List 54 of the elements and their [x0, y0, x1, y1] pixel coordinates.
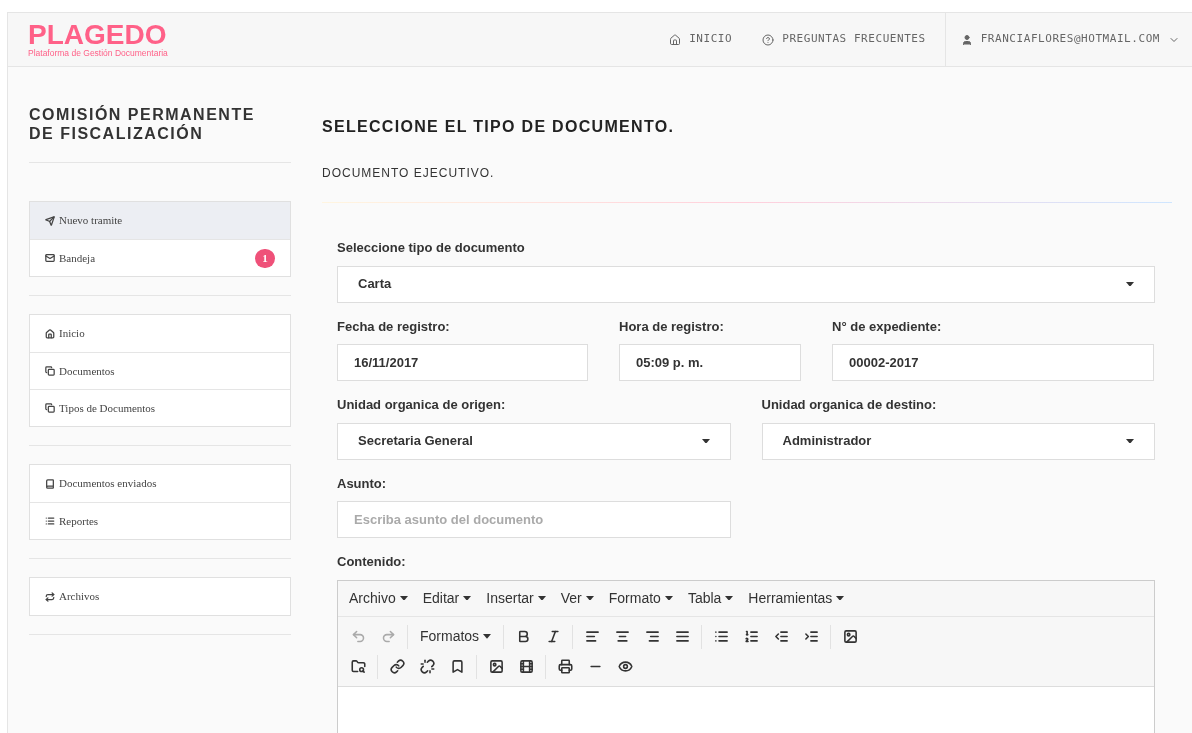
date-field[interactable]: 16/11/2017 — [337, 344, 588, 381]
destination-unit-select[interactable]: Administrador — [761, 422, 1155, 460]
field-label: Fecha de registro: — [337, 317, 450, 336]
field-label: Contenido: — [337, 553, 406, 571]
caret-icon — [585, 595, 594, 601]
field-label: N° de expediente: — [832, 317, 942, 336]
copy-icon — [45, 403, 55, 413]
caret-icon — [725, 595, 734, 601]
editor-menu-item[interactable]: Insertar — [480, 587, 552, 609]
home-icon — [669, 33, 682, 46]
caret-icon — [701, 438, 710, 444]
time-field[interactable]: 05:09 p. m. — [619, 344, 801, 381]
file-number-field[interactable]: 00002-2017 — [832, 344, 1154, 381]
editor-menu-item[interactable]: Herramientas — [742, 587, 851, 609]
field-label: Seleccione tipo de documento — [337, 239, 525, 257]
editor-menu-item[interactable]: Formato — [602, 587, 679, 609]
list-icon — [45, 516, 55, 526]
field-label: Hora de registro: — [619, 317, 724, 336]
send-icon — [45, 215, 55, 226]
caret-icon — [483, 634, 492, 639]
caret-icon — [463, 595, 472, 601]
user-menu[interactable]: FRANCIAFLORES@HOTMAIL.COM — [945, 31, 1192, 48]
page-title: SELECCIONE EL TIPO DE DOCUMENTO. — [322, 117, 675, 137]
field-label: Asunto: — [337, 474, 387, 493]
document-type-select[interactable]: Carta — [337, 265, 1155, 303]
page-subtitle: DOCUMENTO EJECUTIVO. — [322, 165, 495, 182]
caret-icon — [1126, 281, 1134, 287]
nav-link[interactable]: INICIO — [654, 31, 748, 48]
caret-icon — [836, 595, 845, 601]
envelope-icon — [45, 253, 55, 263]
editor-menu-item[interactable]: Archivo — [343, 587, 414, 609]
editor-menu-item[interactable]: Tabla — [681, 587, 740, 609]
retweet-icon — [45, 591, 55, 602]
nav-link[interactable]: PREGUNTAS FRECUENTES — [747, 31, 941, 48]
caret-icon — [399, 595, 408, 601]
caret-icon — [1126, 438, 1134, 444]
logo-tagline: Plataforma de Gestión Documentaria — [28, 47, 168, 58]
origin-unit-select[interactable]: Secretaria General — [337, 422, 731, 460]
copy-icon — [45, 366, 55, 376]
field-label: Unidad organica de origen: — [337, 396, 506, 414]
count-badge: 1 — [255, 248, 275, 268]
formats-dropdown[interactable]: Formatos — [412, 626, 500, 647]
editor-menu-item[interactable]: Ver — [554, 587, 600, 609]
sidebar-title: COMISIÓN PERMANENTE DE FISCALIZACIÓN — [29, 105, 256, 143]
caret-icon — [664, 595, 673, 601]
book-icon — [45, 478, 55, 489]
help-icon — [762, 33, 775, 46]
sidebar-item[interactable]: Nuevo tramite — [30, 202, 290, 239]
home-icon — [45, 328, 55, 339]
caret-icon — [537, 595, 546, 601]
editor-menu-item[interactable]: Editar — [416, 587, 478, 609]
subject-field[interactable]: Escriba asunto del documento — [337, 501, 731, 538]
field-label: Unidad organica de destino: — [761, 396, 937, 414]
user-icon — [960, 33, 973, 46]
